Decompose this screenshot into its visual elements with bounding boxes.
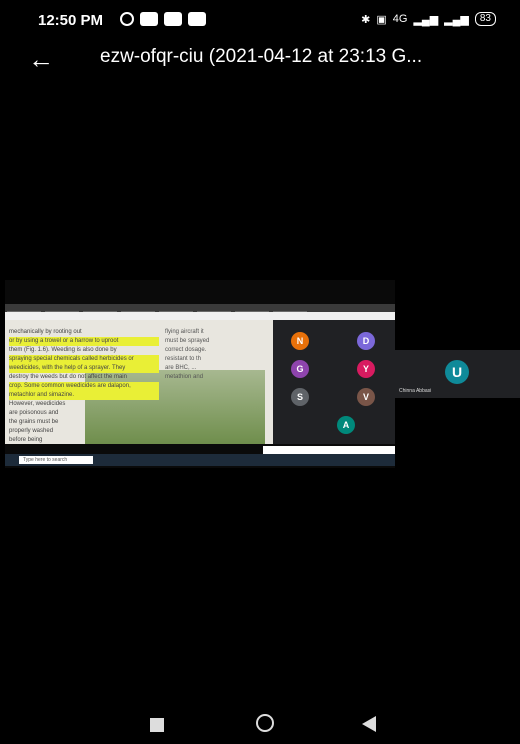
textbook-line-right: flying aircraft it [165,329,204,335]
status-time: 12:50 PM [38,12,104,29]
textbook-text: mechanically by rooting out or by using a… [9,328,159,444]
textbook-text-right: flying aircraft it must be sprayed correct… [165,328,270,382]
volte-icon: ▣ [376,13,387,26]
textbook-line: weedicides, with the help of a sprayer. … [9,364,159,373]
video-header: ← ezw-ofqr-ciu (2021-04-12 at 23:13 G... [0,40,520,80]
textbook-line: mechanically by rooting out [9,329,82,335]
participant-avatar-s: S [291,388,309,406]
meet-icon [164,12,182,26]
browser-tab-bar [5,304,395,316]
textbook-line: metachlor and simazine. [9,391,159,400]
browser-address-bar [5,312,395,320]
participant-avatar-v: V [357,388,375,406]
bluetooth-icon: ✱ [361,13,371,26]
textbook-line: are poisonous and [9,410,59,416]
textbook-line: crop. Some common weedicides are dalapon… [9,382,159,391]
screen-recording: mechanically by rooting out or by using a… [5,304,395,466]
self-avatar: U [445,360,469,384]
youtube-icon-2 [188,12,206,26]
signal-icon: ▂▄▆ [413,13,439,26]
video-title: ezw-ofqr-ciu (2021-04-12 at 23:13 G... [100,46,423,67]
textbook-line: before being [9,437,43,443]
video-player[interactable]: mechanically by rooting out or by using a… [5,280,395,468]
system-nav-bar [0,704,520,744]
back-button[interactable] [362,716,376,732]
recents-button[interactable] [150,718,164,732]
textbook-line: destroy the weeds but do not affect the … [9,374,127,380]
textbook-line: properly washed [9,428,54,434]
participant-avatar-d: D [357,332,375,350]
textbook-line: spraying special chemicals called herbic… [9,355,159,364]
textbook-line: them (Fig. 1.6). Weeding is also done by [9,347,117,353]
textbook-line-right: are BHC, ... [165,365,197,371]
battery-icon: 83 [474,12,496,26]
notification-icons [120,12,206,26]
network-label: 4G [392,13,408,25]
textbook-line: However, weedicides [9,401,66,407]
home-button[interactable] [256,714,274,732]
self-view-tile: U Chinna Abbasi [395,350,520,398]
textbook-line: the grains must be [9,419,59,425]
windows-taskbar: Type here to search [5,454,395,466]
alarm-icon [120,12,134,26]
textbook-line-right: metathion and [165,374,204,380]
textbook-page: mechanically by rooting out or by using a… [5,320,273,444]
system-icons: ✱ ▣ 4G ▂▄▆ ▂▄▆ 83 [361,12,496,26]
self-name: Chinna Abbasi [399,388,432,394]
textbook-line-right: must be sprayed [165,338,210,344]
participant-avatar-a: A [337,416,355,434]
meet-participants-panel: N D G Y S V A [273,320,395,444]
screen-share-notice [263,446,395,454]
signal-icon-2: ▂▄▆ [444,13,469,26]
status-bar: 12:50 PM ✱ ▣ 4G ▂▄▆ ▂▄▆ 83 [0,0,520,40]
textbook-line-right: resistant to th [165,356,202,362]
youtube-icon [140,12,158,26]
textbook-line-right: correct dosage. [165,347,207,353]
back-arrow-icon[interactable]: ← [28,44,54,74]
participant-avatar-y: Y [357,360,375,378]
participant-avatar-g: G [291,360,309,378]
participant-avatar-n: N [291,332,309,350]
taskbar-search: Type here to search [19,456,93,464]
textbook-line: or by using a trowel or a harrow to upro… [9,337,159,346]
